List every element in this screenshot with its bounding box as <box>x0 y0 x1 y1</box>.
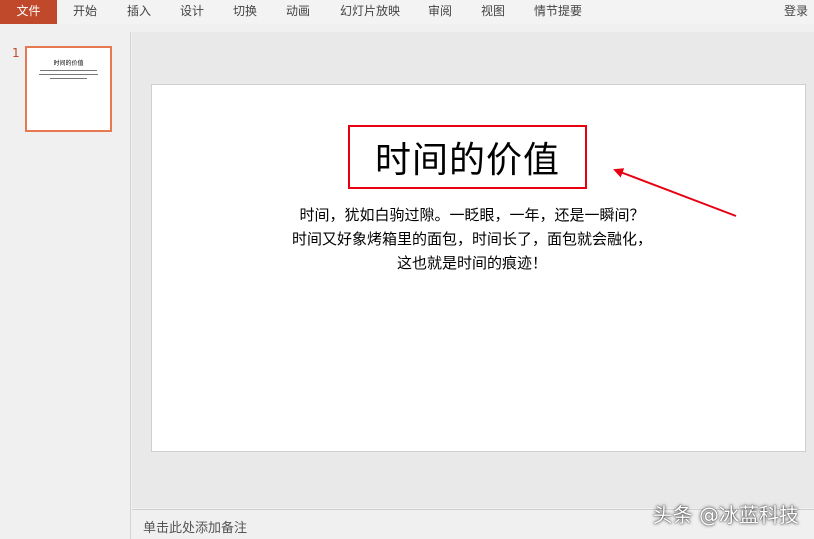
slide-title: 时间的价值 <box>374 140 560 181</box>
watermark: 头条 @冰蓝科技 <box>652 503 799 527</box>
body-text-box[interactable]: 时间，犹如白驹过隙。一眨眼，一年，还是一瞬间？ 时间又好象烤箱里的面包，时间长了… <box>212 203 732 275</box>
tab-slideshow[interactable]: 幻灯片放映 <box>340 0 400 24</box>
slide-number: 1 <box>12 46 20 60</box>
tab-file[interactable]: 文件 <box>0 0 57 24</box>
title-placeholder[interactable]: 时间的价值 <box>348 125 587 189</box>
thumbnail-title: 时间的价值 <box>53 60 84 67</box>
tab-animations[interactable]: 动画 <box>286 0 310 24</box>
login-link[interactable]: 登录 <box>784 0 808 24</box>
slide-canvas[interactable]: 时间的价值 时间，犹如白驹过隙。一眨眼，一年，还是一瞬间？ 时间又好象烤箱里的面… <box>151 84 806 452</box>
body-line: 时间又好象烤箱里的面包，时间长了，面包就会融化， <box>291 230 652 248</box>
slide-thumbnail-pane: 1 时间的价值 <box>0 32 131 539</box>
tab-view[interactable]: 视图 <box>481 0 505 24</box>
notes-placeholder: 单击此处添加备注 <box>143 521 248 536</box>
thumbnail-text-line <box>40 70 97 71</box>
slide-thumbnail[interactable]: 时间的价值 <box>25 46 112 132</box>
tab-insert[interactable]: 插入 <box>127 0 151 24</box>
tab-home[interactable]: 开始 <box>73 0 97 24</box>
body-line: 时间，犹如白驹过隙。一眨眼，一年，还是一瞬间？ <box>299 206 645 224</box>
ribbon-tab-bar: 文件 开始 插入 设计 切换 动画 幻灯片放映 审阅 视图 情节提要 登录 <box>0 0 814 24</box>
tab-review[interactable]: 审阅 <box>428 0 452 24</box>
slide-editing-area: 时间的价值 时间，犹如白驹过隙。一眨眼，一年，还是一瞬间？ 时间又好象烤箱里的面… <box>132 32 814 508</box>
body-line: 这也就是时间的痕迹！ <box>396 254 547 272</box>
tab-storyboarding[interactable]: 情节提要 <box>534 0 582 24</box>
tab-transitions[interactable]: 切换 <box>233 0 257 24</box>
thumbnail-text-line <box>50 78 87 79</box>
thumbnail-preview: 时间的价值 <box>30 52 107 126</box>
tab-design[interactable]: 设计 <box>180 0 204 24</box>
thumbnail-text-line <box>39 74 98 75</box>
